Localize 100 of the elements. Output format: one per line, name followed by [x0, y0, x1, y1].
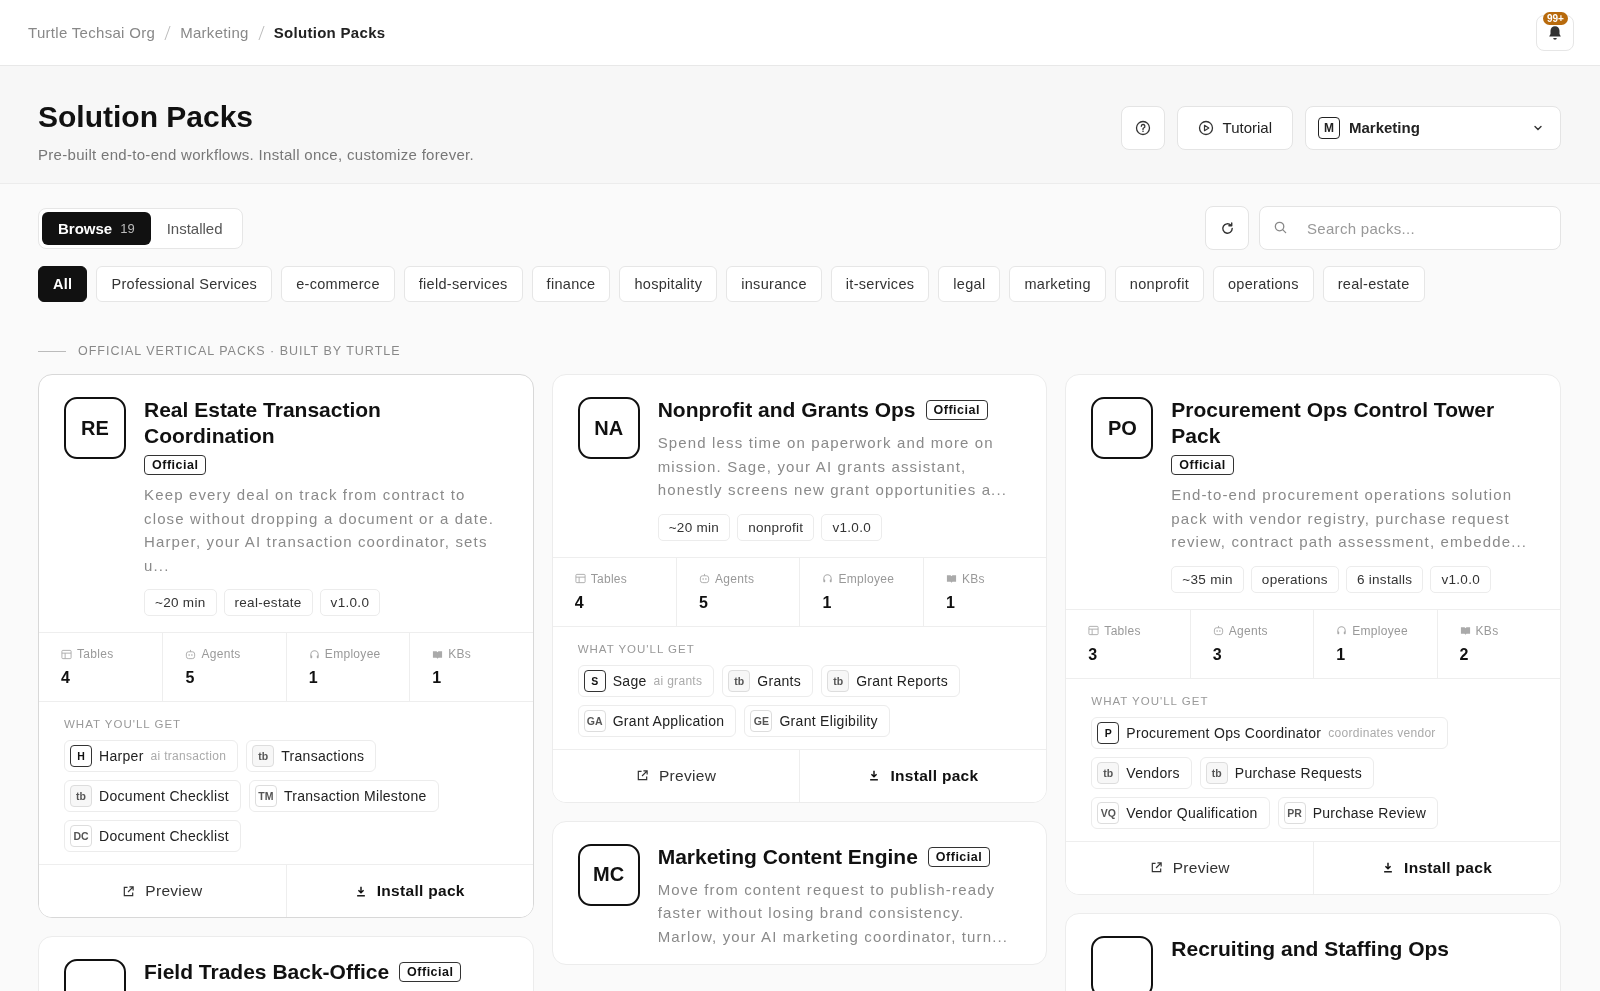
- stat-label: Agents: [201, 647, 241, 661]
- filter-chip[interactable]: marketing: [1009, 266, 1106, 302]
- item-name: Purchase Requests: [1234, 764, 1363, 781]
- pack-description: End-to-end procurement operations solution pack with vendor registry, purchase request review, contract path assessment, embedde...: [1171, 485, 1529, 552]
- install-button[interactable]: Install pack: [1313, 841, 1560, 894]
- item-name: Grants: [757, 672, 802, 689]
- included-item[interactable]: S Sage ai grants: [577, 664, 715, 697]
- pack-tag: v1.0.0: [1430, 565, 1491, 593]
- item-code: GE: [750, 709, 773, 732]
- section-label: OFFICIAL VERTICAL PACKS · BUILT BY TURTLE: [78, 344, 401, 358]
- item-code: PR: [1283, 801, 1306, 824]
- filter-chip[interactable]: legal: [938, 266, 1001, 302]
- table-icon: [1088, 625, 1100, 636]
- stat-label: Employee: [838, 571, 895, 586]
- pack-description: Keep every deal on track from contract to close without dropping a document or a date. Harper, your AI transaction coordinator, sets u...: [144, 485, 495, 576]
- included-item[interactable]: tb Grant Reports: [821, 664, 960, 697]
- pack-description: Spend less time on paperwork and more on mission. Sage, your AI grants assistant, honestly screens new grant opportunities a...: [657, 433, 1009, 500]
- item-note: coordinates vendor: [1328, 725, 1436, 740]
- included-item[interactable]: VQ Vendor Qualification: [1091, 796, 1270, 829]
- item-code: GA: [583, 709, 606, 732]
- item-name: Vendors: [1126, 764, 1180, 781]
- included-item[interactable]: tb Transactions: [246, 740, 377, 772]
- includes-label: WHAT YOU'LL GET: [64, 718, 183, 730]
- filter-chip[interactable]: All: [38, 266, 88, 302]
- item-code: tb: [827, 669, 850, 692]
- filter-chip[interactable]: hospitality: [619, 266, 718, 302]
- robot-icon: [1212, 625, 1224, 636]
- stat-value: 4: [61, 669, 71, 687]
- view-tab[interactable]: Installed: [150, 211, 239, 245]
- pack-avatar: PO: [1091, 397, 1154, 459]
- stat-value: 5: [185, 669, 196, 687]
- stat-label: Employee: [324, 647, 381, 661]
- included-item[interactable]: tb Document Checklist: [64, 780, 241, 812]
- included-item[interactable]: tb Grants: [722, 664, 814, 697]
- stat-label: Tables: [590, 571, 628, 586]
- workspace-dropdown[interactable]: M Marketing: [1305, 105, 1561, 150]
- filter-chip[interactable]: real-estate: [1322, 266, 1425, 302]
- pack-title: Marketing Content Engine: [657, 843, 918, 870]
- included-item[interactable]: TM Transaction Milestone: [248, 780, 439, 812]
- filter-chip[interactable]: operations: [1213, 266, 1314, 302]
- item-note: ai transaction: [150, 749, 227, 763]
- pack-tag: v1.0.0: [319, 589, 381, 616]
- stat-label: KBs: [1475, 623, 1499, 638]
- included-item[interactable]: GE Grant Eligibility: [744, 704, 890, 737]
- pack-avatar: RE: [64, 397, 126, 459]
- included-item[interactable]: tb Vendors: [1091, 756, 1192, 789]
- item-name: Vendor Qualification: [1126, 804, 1258, 821]
- view-tab[interactable]: Browse 19: [42, 211, 151, 245]
- pack-title: Recruiting and Staffing Ops: [1171, 935, 1449, 962]
- filter-chip[interactable]: finance: [531, 266, 611, 302]
- install-button[interactable]: Install pack: [285, 865, 533, 917]
- external-link-icon: [1149, 861, 1163, 874]
- headset-icon: [308, 648, 320, 660]
- external-link-icon: [635, 769, 649, 782]
- pack-tag: ~20 min: [657, 513, 731, 541]
- pack-tag: nonprofit: [737, 513, 815, 541]
- filter-chip[interactable]: it-services: [830, 266, 930, 302]
- headset-icon: [822, 573, 834, 584]
- official-badge: Official: [144, 455, 207, 475]
- install-button[interactable]: Install pack: [799, 749, 1047, 802]
- page-subtitle: Pre-built end-to-end workflows. Install once, customize forever.: [38, 146, 475, 163]
- notifications-button[interactable]: 99+: [1536, 14, 1574, 51]
- included-item[interactable]: P Procurement Ops Coordinator coordinates vendor: [1091, 716, 1448, 749]
- included-item[interactable]: DC Document Checklist: [64, 820, 241, 852]
- filter-chip[interactable]: field-services: [403, 266, 523, 302]
- filter-chip[interactable]: nonprofit: [1114, 266, 1204, 302]
- included-item[interactable]: H Harper ai transaction: [64, 740, 239, 772]
- stat-label: Employee: [1352, 623, 1408, 638]
- download-icon: [868, 769, 881, 782]
- included-item[interactable]: PR Purchase Review: [1277, 796, 1439, 829]
- pack-title: Nonprofit and Grants Ops: [657, 397, 916, 423]
- pack-tag: ~20 min: [144, 589, 217, 616]
- item-name: Grant Reports: [856, 672, 948, 689]
- search-field[interactable]: Search packs...: [1259, 206, 1561, 250]
- download-icon: [1382, 861, 1395, 874]
- item-name: Sage: [612, 672, 647, 689]
- item-code: TM: [254, 785, 277, 807]
- filter-chip[interactable]: e-commerce: [281, 266, 395, 302]
- item-code: S: [583, 669, 606, 692]
- pack-avatar: [1091, 935, 1154, 991]
- stat-value: 5: [699, 593, 709, 612]
- breadcrumb-link[interactable]: Marketing: [180, 24, 249, 41]
- table-icon: [61, 648, 72, 660]
- filter-chip[interactable]: insurance: [726, 266, 822, 302]
- item-name: Document Checklist: [99, 828, 229, 844]
- stat-value: 1: [945, 593, 956, 612]
- includes-label: WHAT YOU'LL GET: [1091, 694, 1210, 707]
- breadcrumb-link[interactable]: Solution Packs: [273, 24, 386, 41]
- pack-tag: operations: [1250, 565, 1339, 593]
- pack-tag: 6 installs: [1345, 565, 1424, 593]
- official-badge: Official: [399, 962, 462, 982]
- refresh-button[interactable]: [1205, 206, 1249, 250]
- filter-chip[interactable]: Professional Services: [96, 266, 273, 302]
- tutorial-button[interactable]: Tutorial: [1176, 105, 1293, 150]
- included-item[interactable]: GA Grant Application: [577, 704, 737, 737]
- item-code: H: [70, 745, 92, 767]
- included-item[interactable]: tb Purchase Requests: [1199, 756, 1375, 789]
- breadcrumb-link[interactable]: Turtle Techsai Org: [28, 24, 156, 41]
- help-button[interactable]: [1120, 105, 1165, 150]
- pack-tag: v1.0.0: [821, 513, 882, 541]
